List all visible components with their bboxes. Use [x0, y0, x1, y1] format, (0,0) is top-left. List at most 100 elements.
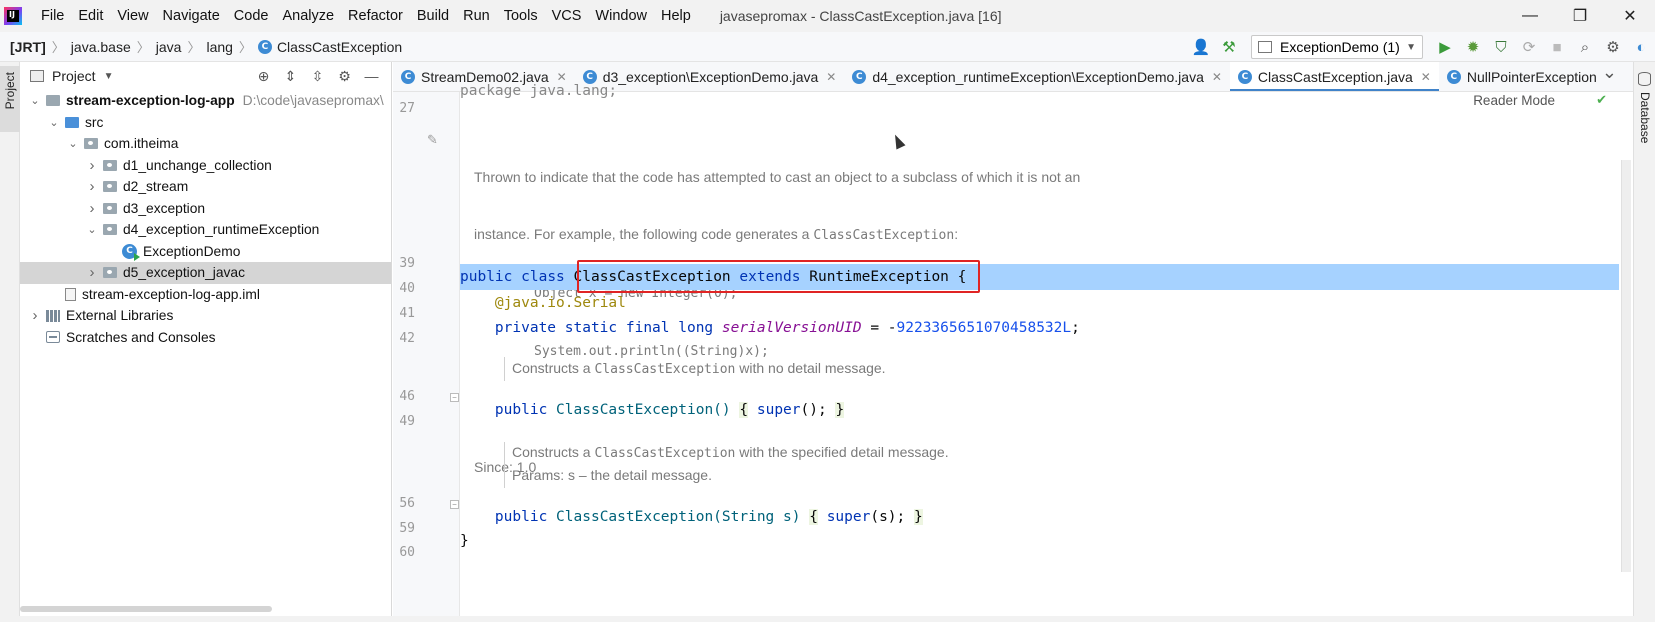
- database-icon[interactable]: [1638, 72, 1651, 86]
- fold-toggle[interactable]: −: [450, 393, 459, 402]
- menu-run[interactable]: Run: [456, 0, 497, 32]
- right-tool-window-strip: Database: [1633, 62, 1655, 622]
- tree-item[interactable]: › External Libraries: [20, 305, 391, 327]
- tree-item[interactable]: › d2_stream: [20, 176, 391, 198]
- inspection-ok-icon[interactable]: ✔: [1596, 92, 1607, 108]
- tree-item-label: d2_stream: [123, 179, 189, 195]
- line-number: 42: [399, 331, 415, 346]
- settings-gear-icon[interactable]: ⚙: [1600, 34, 1626, 60]
- menu-file[interactable]: File: [34, 0, 71, 32]
- menu-window[interactable]: Window: [588, 0, 654, 32]
- library-icon: [46, 309, 60, 322]
- status-bar-edge: [0, 616, 1655, 622]
- constructor-javadoc: Constructs a ClassCastException with the…: [512, 444, 949, 483]
- chevron-right-icon[interactable]: ›: [28, 307, 42, 324]
- navigation-bar: [JRT] 〉 java.base 〉 java 〉 lang 〉 C Clas…: [0, 32, 1655, 62]
- line-number: 60: [399, 545, 415, 560]
- line-number: 27: [399, 101, 415, 116]
- run-configuration-select[interactable]: ExceptionDemo (1) ▼: [1251, 35, 1423, 59]
- menu-edit[interactable]: Edit: [71, 0, 110, 32]
- fold-toggle[interactable]: −: [450, 500, 459, 509]
- edit-pencil-icon[interactable]: ✎: [427, 132, 438, 148]
- stop-icon[interactable]: ■: [1544, 34, 1570, 60]
- breadcrumb-java-base[interactable]: java.base: [67, 39, 135, 55]
- chevron-down-icon[interactable]: ⌄: [47, 116, 61, 129]
- code-area[interactable]: package java.lang; Reader Mode ✔ Thrown …: [460, 83, 1633, 622]
- menu-help[interactable]: Help: [654, 0, 698, 32]
- tree-item-path: D:\code\javasepromax\: [242, 93, 384, 109]
- chevron-right-icon[interactable]: ›: [85, 200, 99, 217]
- tree-item[interactable]: › d1_unchange_collection: [20, 155, 391, 177]
- breadcrumb-jrt[interactable]: [JRT]: [0, 39, 50, 55]
- jetbrains-toolbox-icon[interactable]: ◐: [1628, 34, 1654, 60]
- code-editor[interactable]: ✎ 27 39 40 41 42 46 49 56 59 60 − − pack…: [393, 83, 1633, 622]
- profile-icon[interactable]: ⟳: [1516, 34, 1542, 60]
- collapse-all-icon[interactable]: ⇳: [304, 64, 331, 88]
- editor-gutter[interactable]: ✎ 27 39 40 41 42 46 49 56 59 60 − −: [393, 92, 460, 622]
- tree-item[interactable]: ›CExceptionDemo: [20, 241, 391, 263]
- chevron-right-icon[interactable]: ›: [85, 178, 99, 195]
- package-icon: [103, 224, 117, 236]
- tree-item[interactable]: ⌄ com.itheima: [20, 133, 391, 155]
- line-number: 46: [399, 389, 415, 404]
- debug-icon[interactable]: ✹: [1460, 34, 1486, 60]
- package-icon: [103, 181, 117, 193]
- tree-item[interactable]: ›Scratches and Consoles: [20, 327, 391, 349]
- run-icon[interactable]: ▶: [1432, 34, 1458, 60]
- run-config-icon: [1258, 41, 1272, 53]
- user-icon[interactable]: 👤: [1188, 34, 1214, 60]
- tree-item[interactable]: ⌄ src: [20, 112, 391, 134]
- horizontal-scrollbar[interactable]: [20, 606, 272, 612]
- project-tree: ⌄ stream-exception-log-app D:\code\javasep…: [20, 90, 391, 348]
- runnable-class-icon: C: [122, 243, 140, 261]
- menu-navigate[interactable]: Navigate: [156, 0, 227, 32]
- gear-icon[interactable]: ⚙: [331, 64, 358, 88]
- project-tool-tab[interactable]: Project: [0, 66, 20, 132]
- menu-code[interactable]: Code: [227, 0, 276, 32]
- menu-tools[interactable]: Tools: [497, 0, 545, 32]
- scratches-icon: [46, 331, 60, 344]
- menu-build[interactable]: Build: [410, 0, 456, 32]
- build-hammer-icon[interactable]: ⚒: [1216, 34, 1242, 60]
- line-number: 39: [399, 256, 415, 271]
- search-icon[interactable]: ⌕: [1572, 34, 1598, 60]
- tree-item[interactable]: › d3_exception: [20, 198, 391, 220]
- vertical-scrollbar[interactable]: [1621, 160, 1631, 572]
- tree-item-label: d1_unchange_collection: [123, 157, 272, 173]
- tree-item[interactable]: ›stream-exception-log-app.iml: [20, 284, 391, 306]
- project-panel-header: Project ▼ ⊕ ⇕ ⇳ ⚙ —: [20, 62, 391, 90]
- chevron-down-icon[interactable]: ⌄: [66, 137, 80, 150]
- breadcrumb-separator: 〉: [136, 40, 150, 55]
- tree-item[interactable]: › d5_exception_javac: [20, 262, 391, 284]
- hide-panel-icon[interactable]: —: [358, 64, 385, 88]
- menu-analyze[interactable]: Analyze: [275, 0, 341, 32]
- minimize-button[interactable]: —: [1505, 0, 1555, 32]
- database-tool-tab[interactable]: Database: [1638, 92, 1652, 143]
- chevron-down-icon[interactable]: ▼: [104, 71, 114, 82]
- iml-file-icon: [65, 287, 76, 301]
- menu-view[interactable]: View: [110, 0, 155, 32]
- tree-item[interactable]: ⌄ d4_exception_runtimeException: [20, 219, 391, 241]
- restore-button[interactable]: ❐: [1555, 0, 1605, 32]
- project-panel-title[interactable]: Project: [52, 68, 96, 84]
- window-title: javasepromax - ClassCastException.java […: [719, 8, 1002, 24]
- breadcrumb-separator: 〉: [51, 40, 65, 55]
- expand-all-icon[interactable]: ⇕: [277, 64, 304, 88]
- intellij-logo-icon: IJ: [4, 7, 22, 25]
- line-number: 56: [399, 496, 415, 511]
- chevron-down-icon[interactable]: ⌄: [85, 223, 99, 236]
- menu-refactor[interactable]: Refactor: [341, 0, 410, 32]
- menu-vcs[interactable]: VCS: [545, 0, 589, 32]
- chevron-down-icon[interactable]: ⌄: [28, 94, 42, 107]
- tree-item[interactable]: ⌄ stream-exception-log-app D:\code\javasep…: [20, 90, 391, 112]
- breadcrumb-class[interactable]: C ClassCastException: [254, 39, 406, 55]
- locate-file-icon[interactable]: ⊕: [250, 64, 277, 88]
- breadcrumb-java[interactable]: java: [152, 39, 186, 55]
- breadcrumb-lang[interactable]: lang: [202, 39, 236, 55]
- chevron-right-icon[interactable]: ›: [85, 157, 99, 174]
- coverage-icon[interactable]: ⛉: [1488, 34, 1514, 60]
- chevron-right-icon[interactable]: ›: [85, 264, 99, 281]
- close-window-button[interactable]: ✕: [1605, 0, 1655, 32]
- reader-mode-button[interactable]: Reader Mode: [1473, 92, 1555, 110]
- tree-item-label: External Libraries: [66, 308, 174, 324]
